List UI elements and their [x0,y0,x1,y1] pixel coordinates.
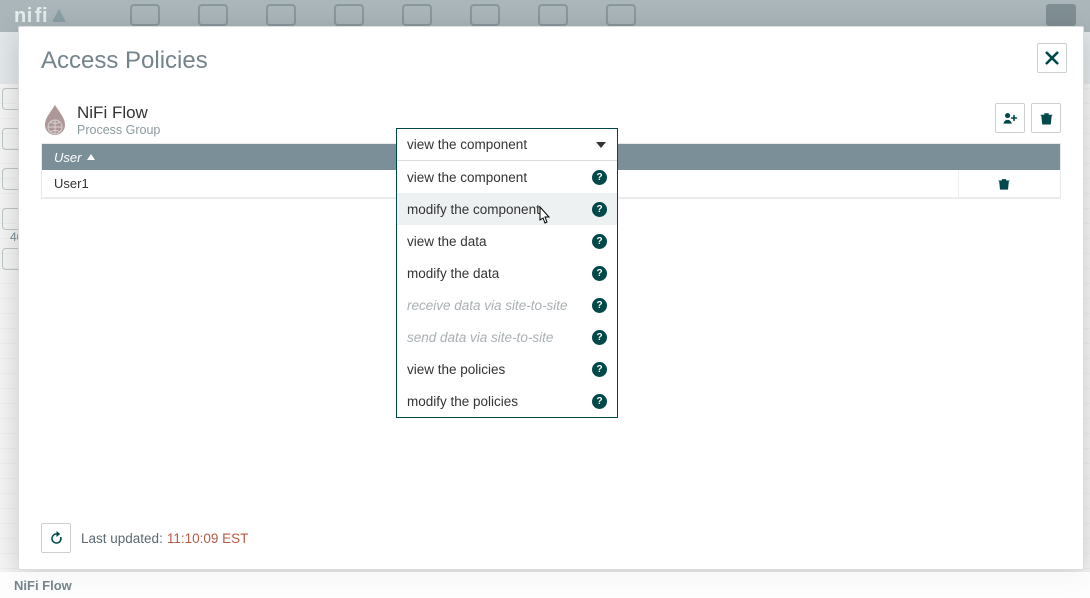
refresh-button[interactable] [41,523,71,553]
toolbar-icon-stubs [130,4,636,26]
component-name: NiFi Flow [77,103,160,123]
close-icon [1045,51,1059,65]
policy-option[interactable]: view the component? [397,161,617,193]
policy-option: receive data via site-to-site? [397,289,617,321]
policy-dropdown-list: view the component?modify the component?… [397,161,617,417]
question-circle-icon[interactable]: ? [592,298,607,313]
policy-dropdown-selected-label: view the component [407,137,527,152]
policy-option[interactable]: modify the policies? [397,385,617,417]
policy-option-label: send data via site-to-site [407,330,553,345]
policy-option-label: modify the policies [407,394,518,409]
policy-dropdown-selected[interactable]: view the component [397,129,617,161]
question-circle-icon[interactable]: ? [592,330,607,345]
delete-policy-button[interactable] [1031,103,1061,133]
question-circle-icon[interactable]: ? [592,362,607,377]
policy-option-label: modify the data [407,266,499,281]
breadcrumb[interactable]: NiFi Flow [0,572,1090,598]
question-circle-icon[interactable]: ? [592,170,607,185]
hamburger-menu-stub [1046,4,1076,26]
policy-option-label: modify the component [407,202,540,217]
chevron-down-icon [595,139,607,151]
user-plus-icon [1002,110,1018,126]
last-updated-time: 11:10:09 EST [167,531,249,546]
policy-option-label: receive data via site-to-site [407,298,568,313]
breadcrumb-root: NiFi Flow [14,578,72,593]
trash-icon [1039,111,1054,126]
policy-option-label: view the data [407,234,487,249]
question-circle-icon[interactable]: ? [592,266,607,281]
nifi-logo: nifi [14,5,66,28]
refresh-icon [49,531,64,546]
policy-option: send data via site-to-site? [397,321,617,353]
last-updated-label: Last updated: [81,531,163,546]
process-group-icon [41,103,69,137]
add-user-button[interactable] [995,103,1025,133]
component-type: Process Group [77,123,160,137]
row-actions [958,170,1048,197]
policy-option-label: view the component [407,170,527,185]
policy-option[interactable]: view the policies? [397,353,617,385]
policy-type-dropdown[interactable]: view the component view the component?mo… [396,128,618,418]
column-header-user: User [54,150,81,165]
sort-asc-icon [87,154,95,160]
question-circle-icon[interactable]: ? [592,234,607,249]
dialog-footer: Last updated: 11:10:09 EST [41,523,1061,553]
policy-option-label: view the policies [407,362,505,377]
policy-option[interactable]: view the data? [397,225,617,257]
question-circle-icon[interactable]: ? [592,202,607,217]
question-circle-icon[interactable]: ? [592,394,607,409]
policy-option[interactable]: modify the data? [397,257,617,289]
close-button[interactable] [1037,43,1067,73]
dialog-title: Access Policies [41,47,1061,75]
trash-icon[interactable] [997,177,1011,191]
policy-option[interactable]: modify the component? [397,193,617,225]
